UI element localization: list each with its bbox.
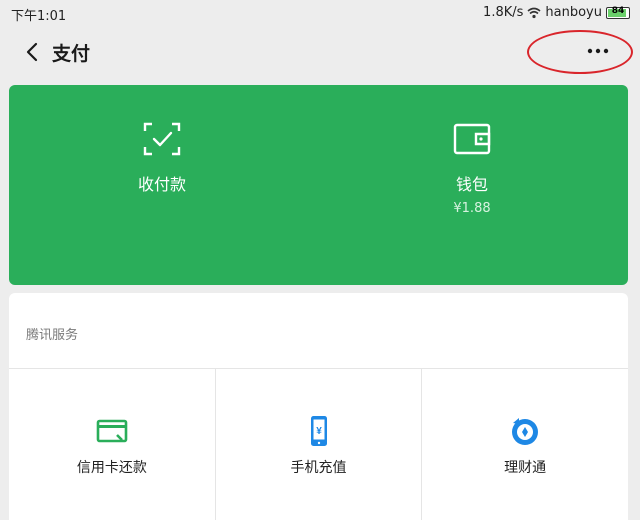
collect-pay-button[interactable]: 收付款 (77, 121, 247, 195)
wifi-icon (527, 7, 541, 18)
network-speed: 1.8K/s (483, 5, 524, 20)
more-button[interactable] (584, 38, 612, 64)
collect-pay-label: 收付款 (137, 175, 186, 194)
wallet-icon (453, 123, 491, 155)
service-grid: 信用卡还款 ¥ 手机充值 理财通 (9, 369, 628, 520)
svg-text:¥: ¥ (316, 426, 322, 437)
service-label: 信用卡还款 (76, 460, 147, 476)
network-name: hanboyu (545, 5, 602, 20)
status-right-group: 1.8K/s hanboyu 84 (483, 5, 630, 20)
wallet-button[interactable]: 钱包 ¥1.88 (387, 121, 557, 216)
service-label: 理财通 (504, 460, 547, 476)
credit-card-icon (96, 419, 128, 443)
status-time: 下午1:01 (11, 9, 67, 24)
battery-level: 84 (611, 5, 625, 16)
phone-recharge-icon: ¥ (310, 416, 327, 446)
service-label: 手机充值 (290, 460, 347, 476)
wallet-label: 钱包 (455, 175, 488, 194)
scan-pay-icon (143, 122, 181, 156)
services-section-title: 腾讯服务 (26, 328, 79, 343)
service-credit-card-repay[interactable]: 信用卡还款 (9, 369, 216, 520)
service-wealth[interactable]: 理财通 (422, 369, 628, 520)
more-icon (587, 48, 609, 54)
page-title: 支付 (52, 43, 91, 65)
back-button[interactable] (18, 38, 46, 66)
services-panel: 腾讯服务 信用卡还款 ¥ 手机充值 理财通 (9, 293, 628, 520)
wallet-card: 收付款 钱包 ¥1.88 (9, 85, 628, 285)
status-bar: 下午1:01 1.8K/s hanboyu 84 (0, 0, 640, 26)
wallet-balance: ¥1.88 (453, 201, 491, 216)
wealth-icon (512, 418, 539, 445)
chevron-left-icon (26, 42, 38, 62)
nav-bar: 支付 (0, 26, 640, 80)
battery-icon: 84 (606, 5, 630, 19)
service-phone-recharge[interactable]: ¥ 手机充值 (216, 369, 423, 520)
